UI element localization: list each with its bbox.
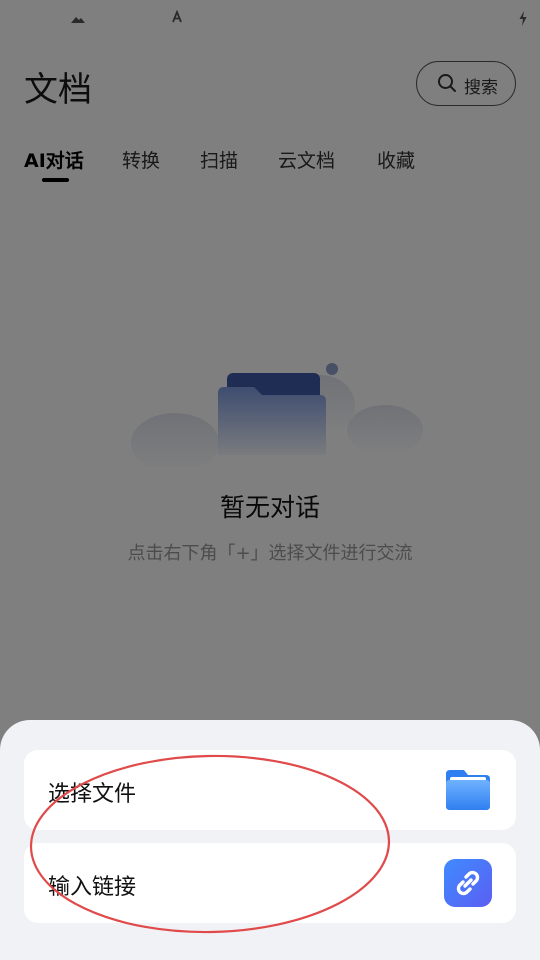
folder-icon: [446, 770, 490, 810]
select-file-option[interactable]: 选择文件: [24, 750, 516, 830]
input-link-option[interactable]: 输入链接: [24, 843, 516, 923]
select-file-label: 选择文件: [48, 782, 137, 807]
bottom-sheet: 选择文件 输入链接: [0, 720, 540, 960]
input-link-label: 输入链接: [48, 875, 137, 900]
link-icon: [444, 859, 492, 907]
